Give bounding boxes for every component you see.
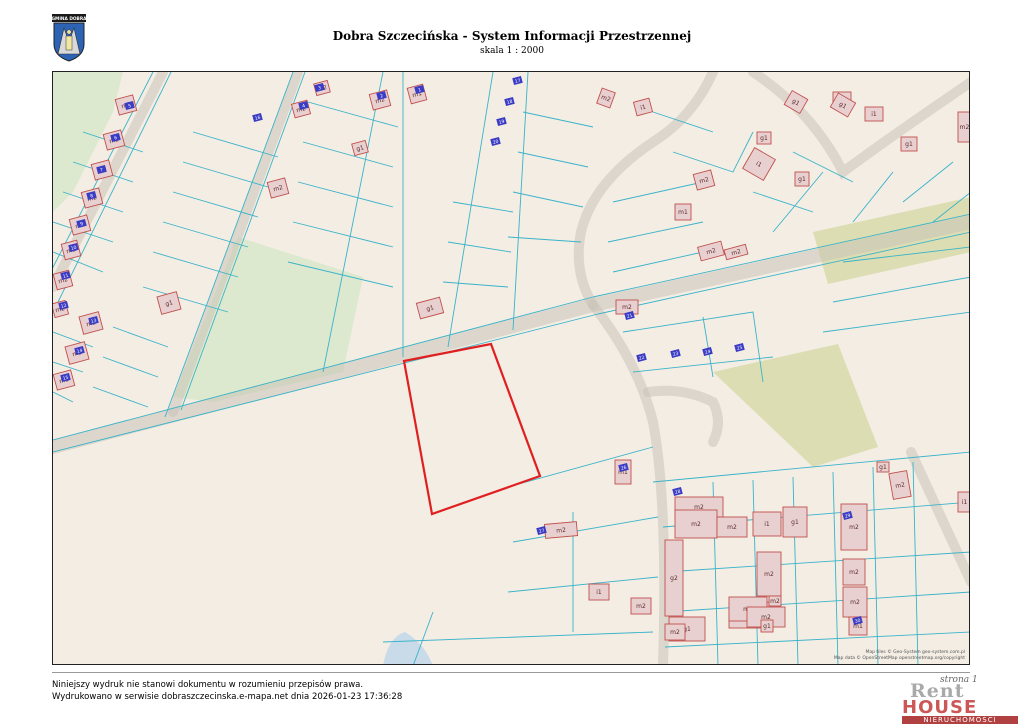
building-label: m2 [850, 599, 860, 606]
address-marker: 18 [504, 96, 515, 107]
selected-plot-outline[interactable] [402, 342, 542, 516]
building-label: m2 [636, 603, 646, 610]
address-marker: 16 [252, 112, 263, 123]
building-label: m2 [556, 527, 566, 535]
parcel-line [597, 231, 969, 315]
address-marker: 24 [702, 346, 713, 357]
building: m2 [723, 243, 749, 261]
building-label: g1 [791, 519, 799, 526]
building: m2 [957, 111, 970, 143]
building-label: g1 [760, 135, 768, 142]
footer-print-info: Wydrukowano w serwisie dobraszczecinska.… [52, 692, 403, 702]
road [588, 300, 670, 664]
building: i1 [588, 583, 610, 601]
parcel-line [607, 181, 704, 273]
building-label: m1 [678, 209, 688, 216]
building: m2 [266, 177, 290, 199]
address-marker: 28 [672, 486, 683, 497]
building-label: m2 [670, 629, 680, 636]
parcel-line [442, 201, 514, 288]
building: m2 [716, 516, 748, 538]
building-label: m2 [622, 304, 632, 311]
building: m2 [692, 169, 716, 191]
parcel-line [512, 72, 529, 331]
building: m2 [768, 595, 782, 607]
building: m2 [697, 240, 725, 262]
building: i1 [957, 491, 969, 513]
building: g1 [760, 619, 774, 633]
building: g1 [782, 506, 808, 538]
page-number: strona 1 [940, 675, 978, 685]
building: m2 [543, 521, 579, 539]
building-label: g1 [763, 623, 771, 630]
address-marker: 22 [636, 352, 647, 363]
building: i1 [632, 97, 654, 117]
building-label: m2 [960, 124, 970, 131]
building-label: i1 [962, 499, 968, 506]
building: g1 [900, 136, 918, 152]
parcel-line [92, 326, 169, 408]
building: g1 [756, 131, 772, 145]
parcel-line [447, 72, 494, 348]
building: m2 [842, 586, 868, 618]
building: i1 [752, 511, 782, 537]
building: m2 [840, 503, 868, 551]
building: m1 [674, 203, 692, 221]
building: g1 [876, 461, 890, 473]
map-view[interactable]: m1m2m2m2m2m2m2m2m2m2m2m2m2m2m1m2g1g1i1m2… [52, 71, 970, 665]
building-label: m2 [764, 571, 774, 578]
crest-label: GMINA DOBRA [52, 16, 88, 22]
building: m2 [630, 597, 652, 615]
building-label: g2 [670, 575, 678, 582]
cadastral-map[interactable]: m1m2m2m2m2m2m2m2m2m2m2m2m2m2m1m2g1g1i1m2… [53, 72, 970, 665]
building: g1 [156, 291, 182, 315]
address-marker: 19 [496, 116, 507, 127]
building-label: m2 [727, 524, 737, 531]
meadow-areas [53, 72, 363, 402]
building: g1 [351, 139, 369, 157]
page-title: Dobra Szczecińska - System Informacji Pr… [332, 29, 692, 43]
building-label: g1 [798, 176, 806, 183]
building-label: m2 [849, 569, 859, 576]
building-label: i1 [871, 111, 877, 118]
map-scale: skala 1 : 2000 [480, 46, 544, 56]
building: m2 [842, 558, 866, 586]
building: m1 [614, 459, 632, 485]
footer-disclaimer: Niniejszy wydruk nie stanowi dokumentu w… [52, 680, 364, 690]
building: g1 [415, 296, 445, 320]
parcel-line [712, 461, 919, 664]
building: g1 [794, 171, 810, 187]
address-marker: 23 [670, 348, 681, 359]
logo-word-house: HOUSE [902, 697, 978, 718]
address-marker: 25 [734, 342, 745, 353]
woodland-area [713, 344, 878, 467]
water-area [383, 632, 433, 664]
address-marker: 17 [512, 75, 523, 86]
attribution-data: Map data © OpenStreetMap openstreetmap.o… [833, 656, 965, 661]
building: m2 [756, 551, 782, 597]
logo-tagline: NIERUCHOMOŚCI [902, 716, 1018, 724]
building: m2 [664, 623, 686, 641]
parcel-line [322, 72, 384, 373]
building-label: m2 [770, 598, 780, 605]
building-label: g1 [905, 141, 913, 148]
building: m2 [888, 470, 912, 500]
address-marker: 20 [490, 136, 501, 147]
building-label: i1 [764, 521, 770, 528]
footer-divider [52, 672, 970, 673]
building: i1 [741, 146, 777, 182]
road [748, 72, 969, 180]
building: m2 [674, 509, 718, 539]
building-label: i1 [596, 589, 602, 596]
road [906, 447, 969, 587]
building: i1 [864, 106, 884, 122]
map-attribution: Map tiles © Geo-System geo-system.com.pl… [834, 650, 965, 662]
building: m2 [615, 299, 639, 315]
building: g2 [664, 539, 684, 617]
building: m2 [596, 87, 616, 109]
building-label: m2 [691, 521, 701, 528]
building-label: g1 [879, 464, 887, 471]
building-label: m2 [849, 524, 859, 531]
